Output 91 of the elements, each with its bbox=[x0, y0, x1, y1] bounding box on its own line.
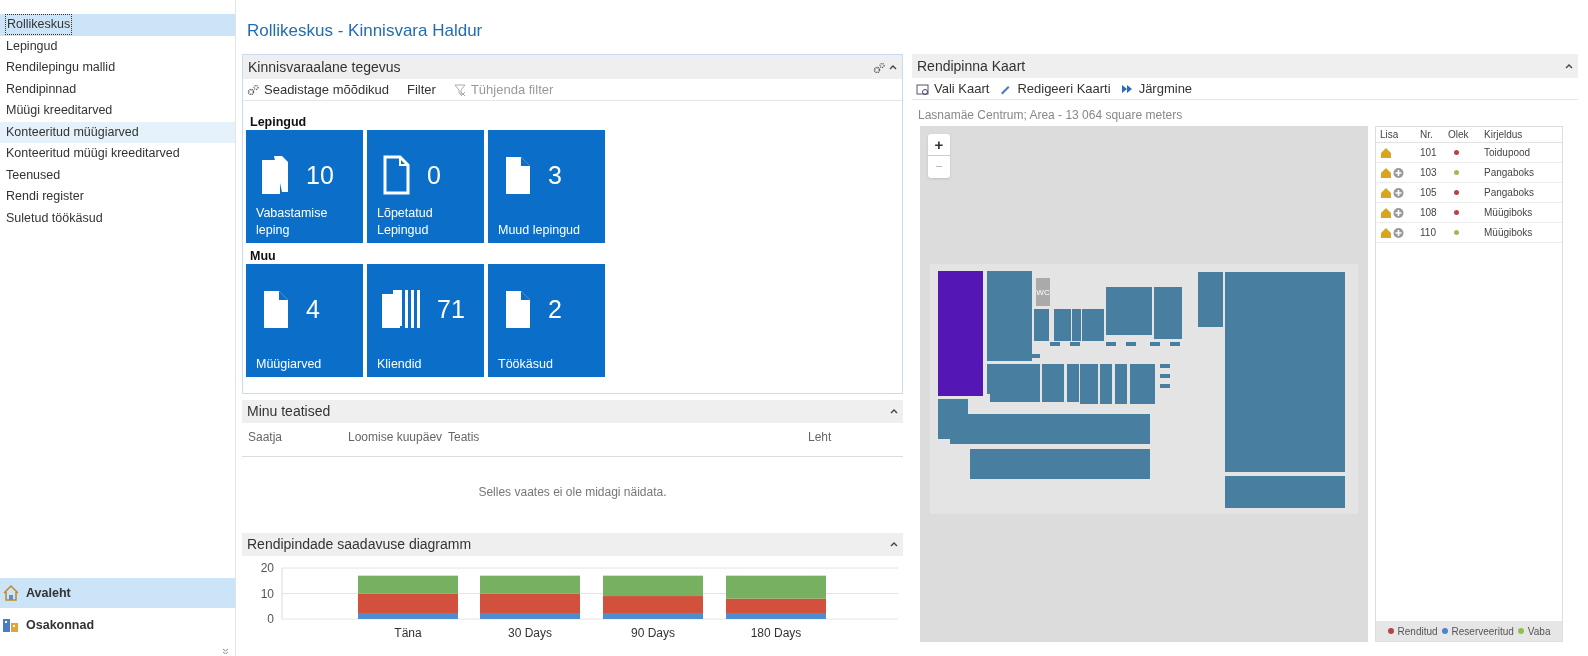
map-caption: Lasnamäe Centrum; Area - 13 064 square meters bbox=[917, 107, 1184, 124]
toolbar-button[interactable]: Filter bbox=[407, 79, 436, 100]
legend-label: Renditud bbox=[1397, 624, 1438, 639]
house-icon bbox=[1380, 206, 1392, 219]
sidebar-item[interactable]: Konteeritud müügi kreeditarved bbox=[0, 143, 235, 165]
table-row[interactable]: 110 Müügiboks bbox=[1376, 223, 1562, 243]
legend-label: Vaba bbox=[1527, 624, 1551, 639]
axis-label: Täna bbox=[394, 626, 422, 640]
house-icon bbox=[1380, 226, 1392, 239]
gears-icon[interactable] bbox=[873, 61, 885, 73]
panel-title: Rendipinna Kaart bbox=[917, 56, 1026, 76]
panel-title: Rendipindade saadavuse diagramm bbox=[247, 535, 472, 554]
sidebar-item[interactable]: Lepingud bbox=[0, 35, 235, 57]
sidebar-item[interactable]: Suletud töökäsud bbox=[0, 207, 235, 229]
tile[interactable]: 71 Kliendid bbox=[367, 264, 484, 377]
next-icon bbox=[1120, 82, 1134, 95]
add-icon[interactable] bbox=[1393, 226, 1404, 239]
group-heading: Lepingud bbox=[249, 114, 308, 130]
house-icon bbox=[2, 584, 20, 602]
toolbar-button[interactable]: Järgmine bbox=[1120, 78, 1193, 99]
house-icon bbox=[1380, 166, 1392, 179]
table-cell-text: 108 bbox=[1420, 206, 1438, 220]
axis-label: 20 bbox=[260, 561, 274, 575]
empty-message: Selles vaates ei ole midagi näidata. bbox=[478, 484, 667, 501]
clear-filter-icon bbox=[453, 83, 466, 96]
floor-plan-drawing: WC bbox=[930, 264, 1358, 514]
table-row[interactable]: 103 Pangaboks bbox=[1376, 163, 1562, 183]
map-search-icon bbox=[916, 82, 929, 95]
add-icon[interactable] bbox=[1393, 206, 1404, 219]
sidebar-item[interactable]: Rollikeskus bbox=[0, 14, 235, 36]
house-icon bbox=[1380, 186, 1392, 199]
table-cell-text: 105 bbox=[1420, 186, 1438, 200]
tile[interactable]: 2 Töökäsud bbox=[488, 264, 605, 377]
table-cell-text: Toidupood bbox=[1484, 146, 1532, 160]
house-icon bbox=[1380, 146, 1392, 159]
group-heading: Muu bbox=[249, 248, 277, 264]
page-title: Rollikeskus - Kinnisvara Haldur bbox=[246, 20, 484, 42]
zoom-in-button[interactable]: + bbox=[928, 134, 950, 156]
panel-title: Minu teatised bbox=[247, 402, 331, 421]
table-cell-text: 101 bbox=[1420, 146, 1438, 160]
table-cell-text: 110 bbox=[1420, 226, 1437, 240]
axis-label: 30 Days bbox=[508, 626, 552, 640]
document-icon bbox=[260, 153, 290, 196]
buildings-icon bbox=[2, 616, 20, 634]
sidebar-item[interactable]: Rendi register bbox=[0, 186, 235, 208]
document-icon bbox=[381, 153, 411, 196]
table-cell-text: 103 bbox=[1420, 166, 1438, 180]
column-header[interactable]: Loomise kuupäev bbox=[348, 430, 448, 456]
sidebar-item[interactable]: Rendipinnad bbox=[0, 78, 235, 100]
axis-label: 10 bbox=[260, 586, 274, 601]
table-cell-text: Müügiboks bbox=[1484, 226, 1534, 240]
table-cell-text: Pangaboks bbox=[1484, 186, 1536, 200]
gears-icon bbox=[247, 84, 259, 95]
column-header[interactable]: Lisa bbox=[1380, 127, 1420, 142]
table-row[interactable]: 101 Toidupood bbox=[1376, 143, 1562, 163]
tile[interactable]: 4 Müügiarved bbox=[246, 264, 363, 377]
toolbar-button[interactable]: Redigeeri Kaarti bbox=[999, 78, 1111, 99]
add-icon[interactable] bbox=[1393, 166, 1404, 179]
column-header[interactable]: Olek bbox=[1448, 127, 1484, 142]
table-row[interactable]: 105 Pangaboks bbox=[1376, 183, 1562, 203]
toolbar-button[interactable]: Seadistage mõõdikud bbox=[247, 79, 390, 100]
collapse-icon[interactable] bbox=[889, 63, 897, 71]
table-cell-text: Pangaboks bbox=[1484, 166, 1536, 180]
axis-label: 0 bbox=[267, 612, 274, 626]
tile[interactable]: 3 Muud lepingud bbox=[488, 130, 605, 243]
nav-item[interactable]: Avaleht bbox=[0, 578, 235, 608]
sidebar-item[interactable]: Teenused bbox=[0, 164, 235, 186]
add-icon[interactable] bbox=[1393, 186, 1404, 199]
column-header[interactable]: Saatja bbox=[248, 430, 348, 456]
table-row[interactable]: 108 Müügiboks bbox=[1376, 203, 1562, 223]
column-header[interactable]: Nr. bbox=[1420, 127, 1448, 142]
table-cell-text: Müügiboks bbox=[1484, 206, 1534, 220]
tile[interactable]: 10 Vabastamise leping bbox=[246, 130, 363, 243]
axis-label: 180 Days bbox=[750, 626, 802, 640]
collapse-icon[interactable] bbox=[1565, 62, 1573, 70]
toolbar-button[interactable]: Vali Kaart bbox=[916, 78, 990, 99]
nav-item[interactable]: Osakonnad bbox=[0, 610, 235, 640]
column-header[interactable]: Kirjeldus bbox=[1484, 127, 1558, 142]
panel-title: Kinnisvaraalane tegevus bbox=[248, 57, 401, 77]
collapse-icon[interactable] bbox=[890, 408, 898, 415]
sidebar-item[interactable]: Konteeritud müügiarved bbox=[0, 121, 235, 143]
sidebar-item[interactable]: Müügi kreeditarved bbox=[0, 100, 235, 122]
axis-label: 90 Days bbox=[631, 626, 675, 640]
sidebar-item[interactable]: Rendilepingu mallid bbox=[0, 57, 235, 79]
documents-icon bbox=[381, 287, 421, 330]
collapse-icon[interactable] bbox=[890, 541, 898, 548]
legend-label: Reserveeritud bbox=[1451, 624, 1514, 639]
column-header[interactable]: Leht bbox=[808, 430, 888, 456]
tile[interactable]: 0 Lõpetatud Lepingud bbox=[367, 130, 484, 243]
expand-icon[interactable] bbox=[222, 648, 229, 654]
column-header[interactable]: Teatis bbox=[448, 430, 808, 456]
